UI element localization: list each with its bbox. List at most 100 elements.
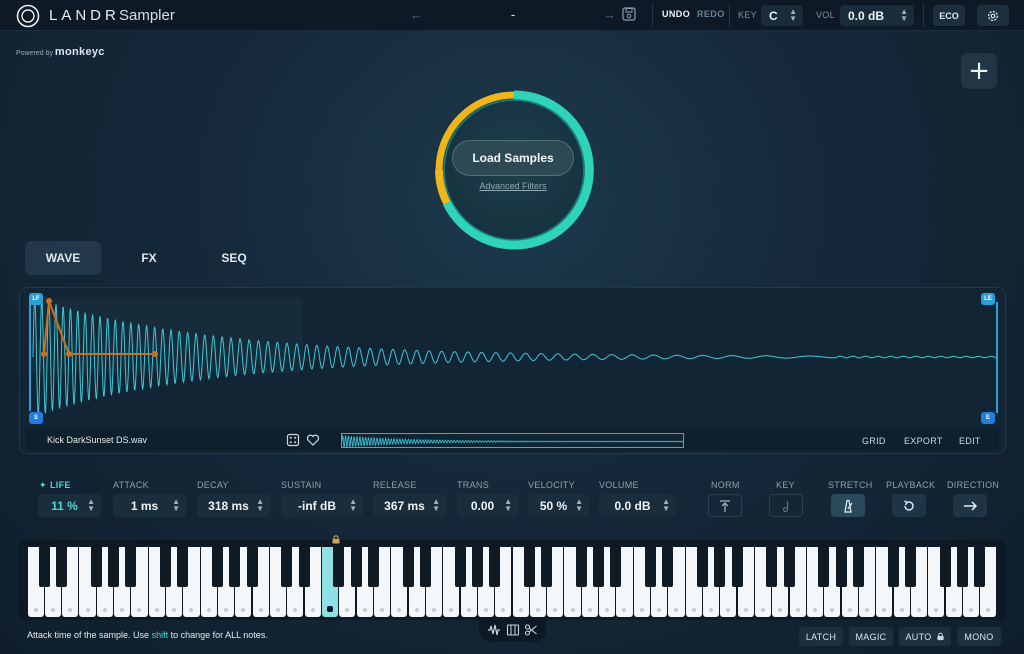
key-dot bbox=[276, 608, 281, 612]
playback-label: PLAYBACK bbox=[886, 480, 936, 490]
keys-mode-icon[interactable] bbox=[506, 623, 520, 637]
black-key[interactable] bbox=[541, 547, 553, 587]
key-dot bbox=[535, 608, 540, 612]
black-key[interactable] bbox=[333, 547, 345, 587]
end-marker[interactable]: E bbox=[981, 412, 995, 424]
black-key[interactable] bbox=[125, 547, 137, 587]
key-dot bbox=[102, 608, 107, 612]
mono-button[interactable]: MONO bbox=[957, 627, 1001, 646]
key-dot bbox=[553, 608, 558, 612]
black-key[interactable] bbox=[593, 547, 605, 587]
black-key[interactable] bbox=[766, 547, 778, 587]
decay-field[interactable]: 318 ms ▲ ▼ bbox=[197, 494, 270, 517]
black-key[interactable] bbox=[575, 547, 587, 587]
auto-button[interactable]: AUTO bbox=[899, 627, 951, 646]
black-key[interactable] bbox=[645, 547, 657, 587]
key-dot bbox=[743, 608, 748, 612]
dice-icon[interactable] bbox=[286, 433, 300, 447]
grid-button[interactable]: GRID bbox=[862, 436, 886, 446]
envelope-handle[interactable] bbox=[152, 351, 158, 357]
black-key[interactable] bbox=[298, 547, 310, 587]
black-key[interactable] bbox=[818, 547, 830, 587]
key-dot bbox=[137, 608, 142, 612]
waveform-mode-icon[interactable] bbox=[487, 623, 501, 637]
black-key[interactable] bbox=[454, 547, 466, 587]
black-key[interactable] bbox=[714, 547, 726, 587]
heart-icon[interactable] bbox=[306, 433, 320, 447]
key-dot bbox=[189, 608, 194, 612]
black-key[interactable] bbox=[90, 547, 102, 587]
key-dot bbox=[968, 608, 973, 612]
sustain-label: SUSTAIN bbox=[281, 480, 322, 490]
black-key[interactable] bbox=[56, 547, 68, 587]
black-key[interactable] bbox=[731, 547, 743, 587]
stretch-label: STRETCH bbox=[828, 480, 873, 490]
sustain-field[interactable]: -inf dB ▲ ▼ bbox=[281, 494, 363, 517]
key-toggle[interactable] bbox=[769, 494, 803, 517]
waveform-overview[interactable] bbox=[341, 433, 684, 448]
key-dot bbox=[310, 608, 315, 612]
key-dot bbox=[120, 608, 125, 612]
black-key[interactable] bbox=[489, 547, 501, 587]
envelope-handle[interactable] bbox=[46, 298, 52, 304]
edit-button[interactable]: EDIT bbox=[959, 436, 981, 446]
status-message: Attack time of the sample. Use shift to … bbox=[27, 630, 268, 640]
loop-end-marker[interactable]: LE bbox=[981, 293, 995, 305]
key-dot bbox=[33, 608, 38, 612]
playback-toggle[interactable] bbox=[892, 494, 926, 517]
norm-toggle[interactable] bbox=[708, 494, 742, 517]
life-field[interactable]: 11 % ▲ ▼ bbox=[38, 494, 101, 517]
black-key[interactable] bbox=[662, 547, 674, 587]
black-key[interactable] bbox=[887, 547, 899, 587]
root-key-dot bbox=[327, 606, 333, 612]
volume-param-field[interactable]: 0.0 dB ▲ ▼ bbox=[599, 494, 676, 517]
key-dot bbox=[518, 608, 523, 612]
black-key[interactable] bbox=[523, 547, 535, 587]
black-key[interactable] bbox=[229, 547, 241, 587]
black-key[interactable] bbox=[419, 547, 431, 587]
black-key[interactable] bbox=[367, 547, 379, 587]
black-key[interactable] bbox=[246, 547, 258, 587]
attack-field[interactable]: 1 ms ▲ ▼ bbox=[113, 494, 186, 517]
black-key[interactable] bbox=[904, 547, 916, 587]
envelope-handle[interactable] bbox=[41, 351, 47, 357]
black-key[interactable] bbox=[956, 547, 968, 587]
trans-field[interactable]: 0.00 ▲ ▼ bbox=[457, 494, 518, 517]
key-dot bbox=[224, 608, 229, 612]
key-dot bbox=[795, 608, 800, 612]
black-key[interactable] bbox=[852, 547, 864, 587]
direction-toggle[interactable] bbox=[953, 494, 987, 517]
normalize-icon bbox=[720, 499, 730, 512]
scissors-icon[interactable] bbox=[524, 623, 538, 637]
black-key[interactable] bbox=[38, 547, 50, 587]
black-key[interactable] bbox=[402, 547, 414, 587]
latch-button[interactable]: LATCH bbox=[799, 627, 843, 646]
stretch-toggle[interactable] bbox=[831, 494, 865, 517]
black-key[interactable] bbox=[160, 547, 172, 587]
velocity-field[interactable]: 50 % ▲ ▼ bbox=[528, 494, 589, 517]
black-key[interactable] bbox=[350, 547, 362, 587]
key-dot bbox=[379, 608, 384, 612]
black-key[interactable] bbox=[108, 547, 120, 587]
envelope-handle[interactable] bbox=[66, 351, 72, 357]
black-key[interactable] bbox=[610, 547, 622, 587]
black-key[interactable] bbox=[177, 547, 189, 587]
release-field[interactable]: 367 ms ▲ ▼ bbox=[373, 494, 446, 517]
black-key[interactable] bbox=[697, 547, 709, 587]
key-dot bbox=[85, 608, 90, 612]
black-key[interactable] bbox=[835, 547, 847, 587]
export-button[interactable]: EXPORT bbox=[904, 436, 943, 446]
trans-value: 0.00 bbox=[470, 498, 495, 513]
release-label: RELEASE bbox=[373, 480, 417, 490]
black-key[interactable] bbox=[974, 547, 986, 587]
black-key[interactable] bbox=[281, 547, 293, 587]
auto-label: AUTO bbox=[905, 631, 932, 642]
black-key[interactable] bbox=[939, 547, 951, 587]
black-key[interactable] bbox=[471, 547, 483, 587]
black-key[interactable] bbox=[212, 547, 224, 587]
loop-start-marker[interactable]: LF bbox=[29, 293, 43, 305]
black-key[interactable] bbox=[783, 547, 795, 587]
magic-button[interactable]: MAGIC bbox=[849, 627, 893, 646]
start-marker[interactable]: S bbox=[29, 412, 43, 424]
status-shift: shift bbox=[151, 630, 169, 640]
